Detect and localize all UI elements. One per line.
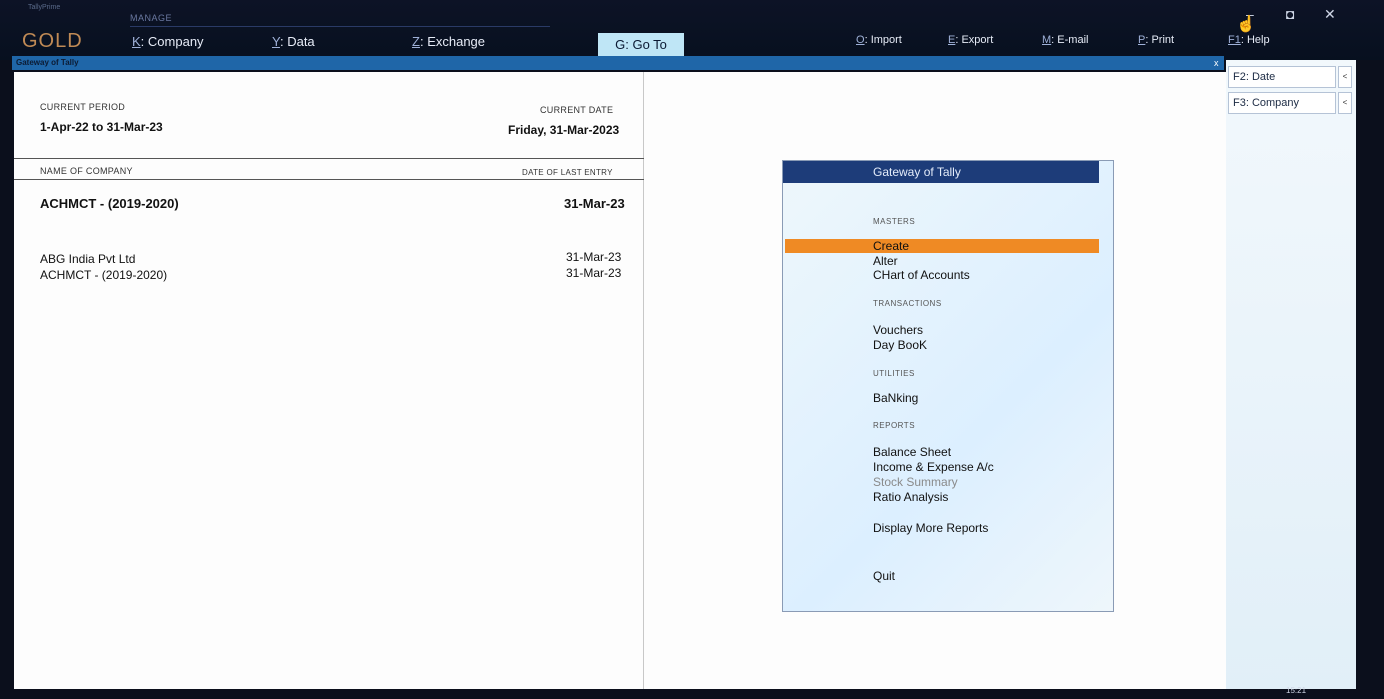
maximize-icon[interactable]: ◘ (1286, 6, 1294, 22)
product-name: TallyPrime (28, 4, 61, 11)
close-screen-icon[interactable]: x (1214, 58, 1219, 68)
manage-label: MANAGE (130, 13, 173, 23)
gateway-menu: Gateway of Tally MASTERS Create Alter CH… (782, 160, 1114, 612)
current-date-value: Friday, 31-Mar-2023 (508, 123, 620, 137)
menu-item-banking[interactable]: BaNking (873, 391, 918, 405)
top-menu-bar: TallyPrime GOLD MANAGE K: Company Y: Dat… (0, 0, 1384, 60)
menu-company[interactable]: K: Company (132, 34, 204, 49)
menu-item-income-expense[interactable]: Income & Expense A/c (873, 460, 994, 474)
current-period-label: CURRENT PERIOD (40, 102, 126, 112)
menu-item-display-more-reports[interactable]: Display More Reports (873, 521, 988, 535)
company-info-panel: CURRENT PERIOD 1-Apr-22 to 31-Mar-23 CUR… (14, 72, 644, 689)
transactions-section-label: TRANSACTIONS (873, 299, 942, 308)
utilities-section-label: UTILITIES (873, 369, 915, 378)
company-list-item[interactable]: ABG India Pvt Ltd (40, 252, 135, 266)
menu-item-chart-of-accounts[interactable]: CHart of Accounts (873, 268, 970, 282)
current-date-label: CURRENT DATE (540, 105, 614, 115)
reports-section-label: REPORTS (873, 421, 916, 430)
menu-item-ratio-analysis[interactable]: Ratio Analysis (873, 490, 948, 504)
date-button[interactable]: F2: Date (1228, 66, 1336, 88)
gateway-title: Gateway of Tally (783, 161, 1099, 183)
company-last-entry-date: 31-Mar-23 (566, 266, 622, 280)
import-button[interactable]: O: Import (856, 34, 902, 46)
menu-item-day-book[interactable]: Day BooK (873, 338, 927, 352)
menu-item-create[interactable]: Create (873, 239, 909, 253)
close-icon[interactable]: ✕ (1324, 6, 1336, 23)
current-period-value: 1-Apr-22 to 31-Mar-23 (40, 120, 163, 134)
export-button[interactable]: E: Export (948, 34, 993, 46)
menu-item-alter[interactable]: Alter (873, 254, 898, 268)
selection-highlight (785, 239, 1099, 253)
date-of-last-entry-header: DATE OF LAST ENTRY (522, 168, 613, 177)
expand-icon[interactable]: < (1338, 66, 1352, 88)
active-company-date: 31-Mar-23 (564, 196, 625, 211)
menu-exchange[interactable]: Z: Exchange (412, 34, 485, 49)
button-bar: F2: Date < F3: Company < (1226, 60, 1356, 690)
divider (14, 179, 644, 180)
hand-cursor-icon: ☝ (1236, 16, 1256, 33)
divider (14, 158, 644, 159)
email-button[interactable]: M: E-mail (1042, 34, 1088, 46)
screen-title: Gateway of Tally (12, 56, 1224, 70)
menu-item-balance-sheet[interactable]: Balance Sheet (873, 445, 951, 459)
active-company-name[interactable]: ACHMCT - (2019-2020) (40, 196, 179, 211)
menu-item-vouchers[interactable]: Vouchers (873, 323, 923, 337)
menu-data[interactable]: Y: Data (272, 34, 315, 49)
menu-item-quit[interactable]: Quit (873, 569, 895, 583)
menu-item-stock-summary[interactable]: Stock Summary (873, 475, 958, 489)
print-button[interactable]: P: Print (1138, 34, 1174, 46)
company-last-entry-date: 31-Mar-23 (566, 250, 622, 264)
goto-button[interactable]: G: Go To (598, 33, 684, 57)
manage-divider (130, 26, 550, 27)
taskbar (0, 689, 1384, 699)
name-of-company-header: NAME OF COMPANY (40, 166, 133, 176)
clock: 15:21 (1286, 686, 1307, 695)
edition-label: GOLD (22, 30, 83, 52)
expand-icon[interactable]: < (1338, 92, 1352, 114)
help-button[interactable]: F1: Help (1228, 34, 1270, 46)
masters-section-label: MASTERS (873, 217, 916, 226)
company-list-item[interactable]: ACHMCT - (2019-2020) (40, 268, 167, 282)
company-button[interactable]: F3: Company (1228, 92, 1336, 114)
